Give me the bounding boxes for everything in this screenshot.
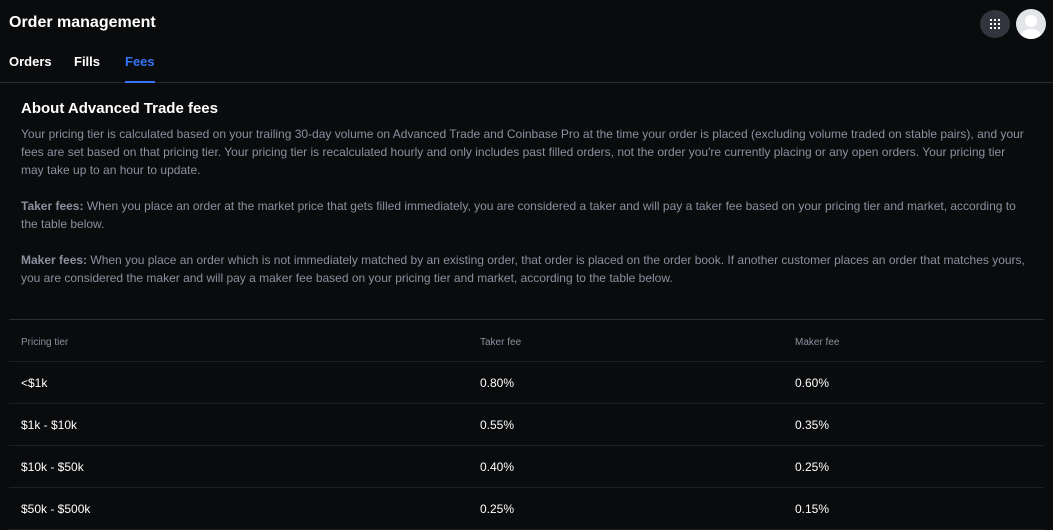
taker-fee-cell: 0.40% (480, 460, 515, 474)
taker-fee-cell: 0.25% (480, 502, 515, 516)
pricing-tier-cell: <$1k (21, 376, 48, 390)
column-header-pricing-tier: Pricing tier (21, 337, 69, 348)
pricing-tier-cell: $1k - $10k (21, 418, 78, 432)
taker-fee-cell: 0.80% (480, 376, 515, 390)
table-row: $1k - $10k 0.55% 0.35% (9, 404, 1044, 446)
tab-fills[interactable]: Fills (74, 54, 100, 83)
table-row: <$1k 0.80% 0.60% (9, 362, 1044, 404)
table-row: $10k - $50k 0.40% 0.25% (9, 446, 1044, 488)
maker-fees-label: Maker fees: (21, 253, 88, 267)
taker-fees-description: When you place an order at the market pr… (21, 199, 1016, 231)
column-header-taker-fee: Taker fee (480, 337, 522, 348)
taker-fees-text: Taker fees: When you place an order at t… (21, 197, 1031, 233)
maker-fee-cell: 0.25% (795, 460, 830, 474)
fees-intro-text: Your pricing tier is calculated based on… (21, 127, 1024, 177)
pricing-tier-cell: $10k - $50k (21, 460, 84, 474)
pricing-tier-cell: $50k - $500k (21, 502, 91, 516)
page-title: Order management (9, 14, 156, 31)
page-header: Order management (0, 0, 1053, 48)
avatar[interactable] (1016, 9, 1046, 39)
tab-bar: Orders Fills Fees (0, 48, 1053, 83)
maker-fee-cell: 0.15% (795, 502, 830, 516)
maker-fees-text: Maker fees: When you place an order whic… (21, 251, 1031, 287)
section-heading: About Advanced Trade fees (21, 100, 218, 117)
fee-table: Pricing tier Taker fee Maker fee <$1k 0.… (9, 319, 1044, 530)
apps-grid-button[interactable] (980, 10, 1010, 38)
grid-icon (990, 19, 1000, 29)
table-row: $50k - $500k 0.25% 0.15% (9, 488, 1044, 530)
taker-fees-label: Taker fees: (21, 199, 84, 213)
taker-fee-cell: 0.55% (480, 418, 515, 432)
about-fees-section: About Advanced Trade fees Your pricing t… (21, 100, 1031, 305)
tab-fees[interactable]: Fees (125, 54, 155, 83)
maker-fees-description: When you place an order which is not imm… (21, 253, 1025, 285)
maker-fee-cell: 0.35% (795, 418, 830, 432)
column-header-maker-fee: Maker fee (795, 337, 840, 348)
maker-fee-cell: 0.60% (795, 376, 830, 390)
tab-orders[interactable]: Orders (9, 54, 52, 83)
user-icon (1020, 15, 1042, 39)
table-header-row: Pricing tier Taker fee Maker fee (9, 320, 1044, 362)
